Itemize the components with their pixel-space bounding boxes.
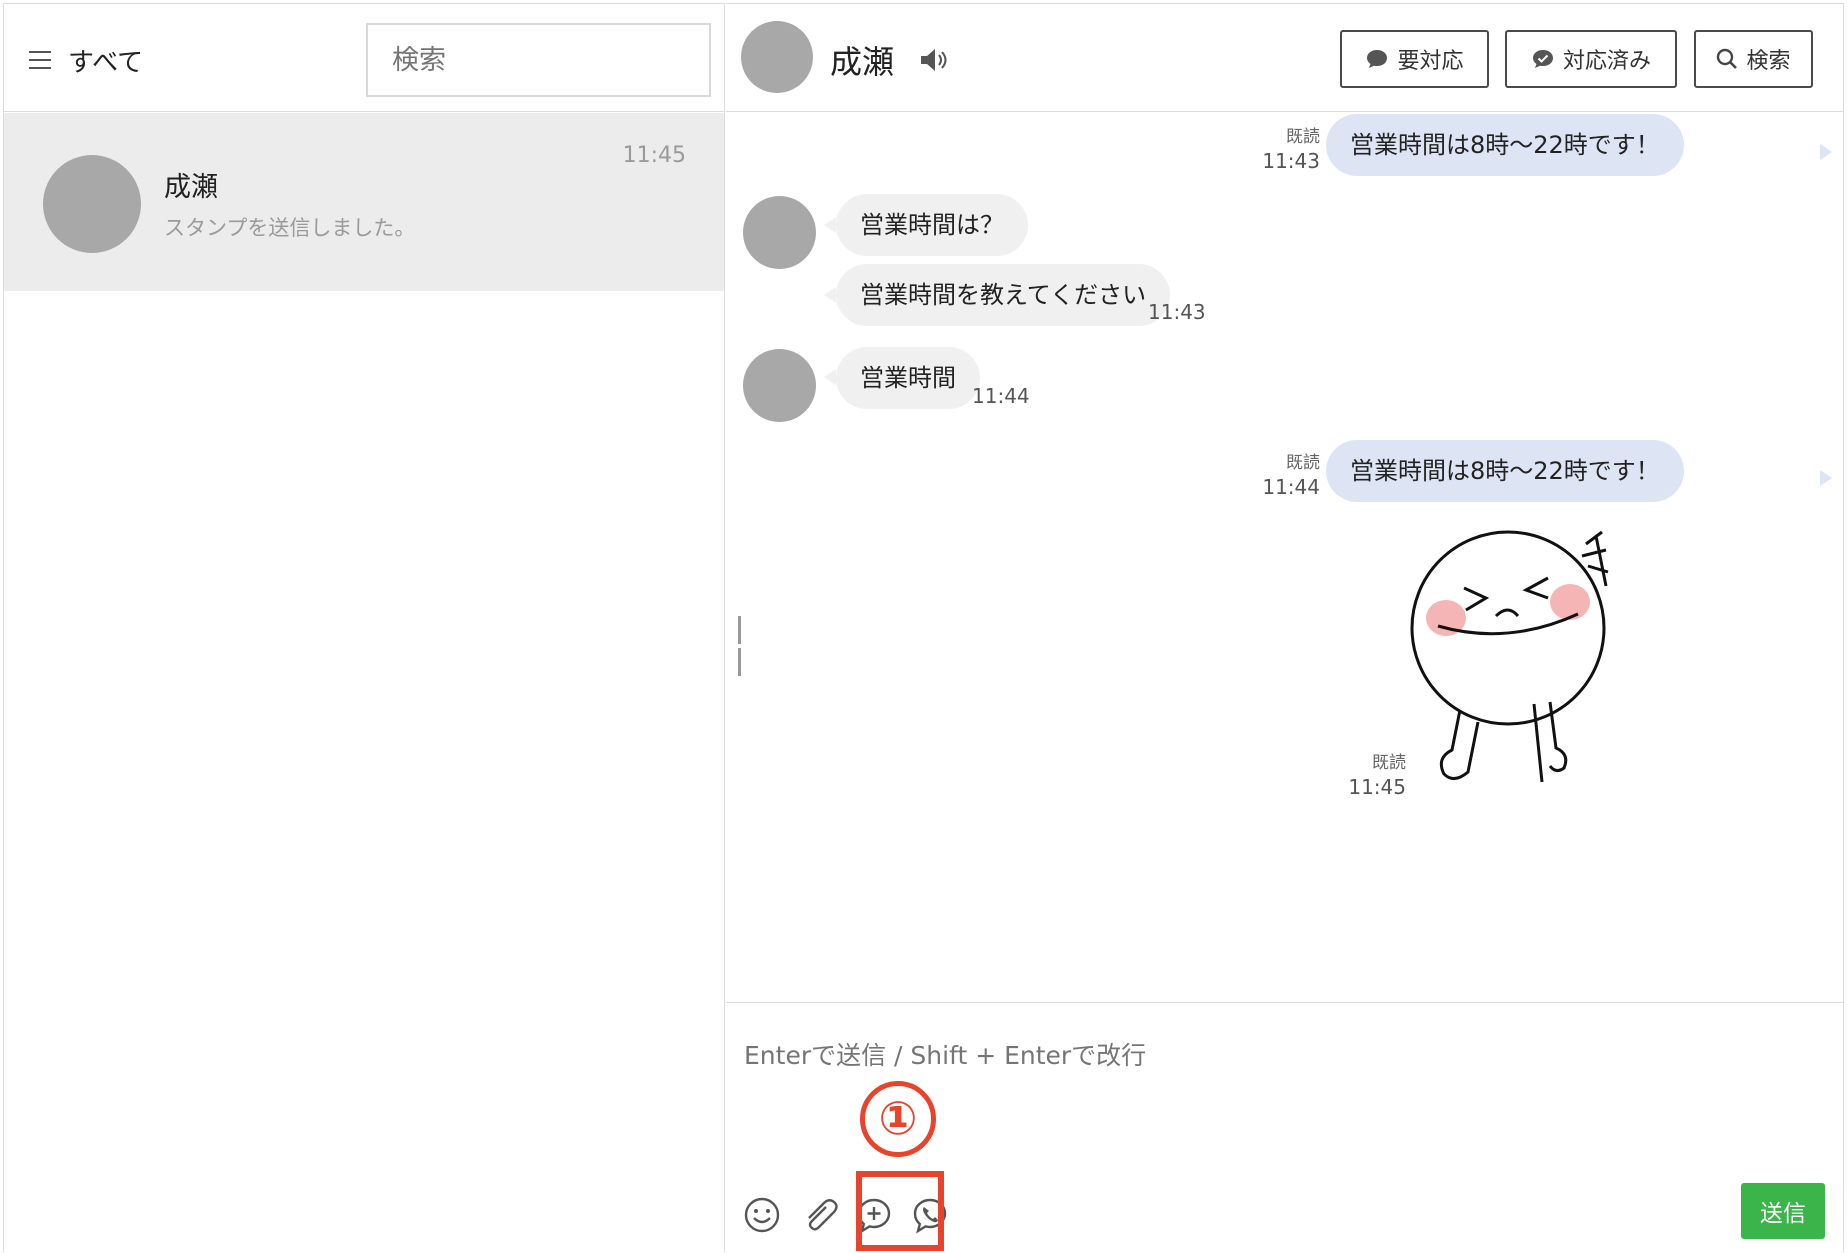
bubble-tail	[1820, 144, 1832, 160]
chat-item-name: 成瀬	[164, 172, 218, 203]
chat-list-item[interactable]: 成瀬 スタンプを送信しました。 11:45	[4, 113, 724, 291]
bubble-tail	[1820, 470, 1832, 486]
chat-item-preview: スタンプを送信しました。	[164, 216, 416, 240]
incoming-message[interactable]: 営業時間	[836, 347, 980, 409]
conversation-header: 成瀬 要対応 対応済み 検索	[726, 4, 1843, 112]
bubble-tail	[824, 369, 836, 385]
highlight-box-annotation	[856, 1171, 944, 1251]
done-button[interactable]: 対応済み	[1505, 30, 1677, 88]
incoming-message[interactable]: 営業時間を教えてください	[836, 264, 1171, 326]
outgoing-message[interactable]: 営業時間は8時〜22時です！	[1326, 114, 1684, 176]
sticker-image[interactable]	[1398, 526, 1638, 796]
speech-bubble-icon	[1367, 50, 1388, 68]
message-meta: 既読 11:43	[1240, 126, 1320, 174]
message-input[interactable]	[742, 1025, 1822, 1085]
hamburger-menu-icon[interactable]	[29, 51, 51, 69]
read-receipt: 既読	[1372, 753, 1406, 773]
read-receipt: 既読	[1286, 127, 1320, 147]
bubble-tail	[824, 217, 836, 233]
chat-search-input[interactable]	[366, 23, 711, 97]
paperclip-icon[interactable]	[798, 1195, 838, 1235]
search-icon	[1717, 48, 1738, 69]
check-bubble-icon	[1532, 50, 1553, 68]
message-time: 11:44	[1262, 475, 1320, 499]
emoji-icon[interactable]	[742, 1195, 782, 1235]
outgoing-message[interactable]: 営業時間は8時〜22時です！	[1326, 440, 1684, 502]
message-search-label: 検索	[1746, 49, 1791, 74]
chat-list-header: すべて	[4, 4, 724, 112]
message-meta: 既読 11:45	[1326, 752, 1406, 800]
chat-item-time: 11:45	[622, 143, 686, 168]
message-meta: 既読 11:44	[1240, 452, 1320, 500]
avatar	[43, 155, 141, 253]
bubble-tail	[824, 287, 836, 303]
conversation-pane: 成瀬 要対応 対応済み 検索 既読 11:43 営業時間は8時〜22時です！ 営…	[726, 3, 1844, 1252]
chat-list-pane: すべて 成瀬 スタンプを送信しました。 11:45	[3, 3, 725, 1252]
needs-action-label: 要対応	[1397, 49, 1464, 74]
speaker-icon[interactable]	[919, 47, 949, 73]
message-time: 11:45	[1348, 775, 1406, 799]
step-number-annotation: ①	[860, 1081, 936, 1157]
send-button[interactable]: 送信	[1741, 1183, 1825, 1239]
pane-resize-handle[interactable]	[738, 616, 748, 676]
done-label: 対応済み	[1562, 49, 1651, 74]
sender-avatar[interactable]	[743, 196, 816, 269]
read-receipt: 既読	[1286, 453, 1320, 473]
contact-name: 成瀬	[830, 43, 895, 81]
message-time: 11:43	[1262, 149, 1320, 173]
message-time: 11:44	[972, 384, 1030, 408]
incoming-message[interactable]: 営業時間は？	[836, 194, 1028, 256]
message-composer: ① 送信	[726, 1002, 1843, 1253]
contact-avatar[interactable]	[741, 21, 813, 93]
needs-action-button[interactable]: 要対応	[1340, 30, 1489, 88]
sender-avatar[interactable]	[743, 349, 816, 422]
message-search-button[interactable]: 検索	[1694, 30, 1813, 88]
message-time: 11:43	[1148, 300, 1206, 324]
filter-label[interactable]: すべて	[68, 42, 143, 79]
